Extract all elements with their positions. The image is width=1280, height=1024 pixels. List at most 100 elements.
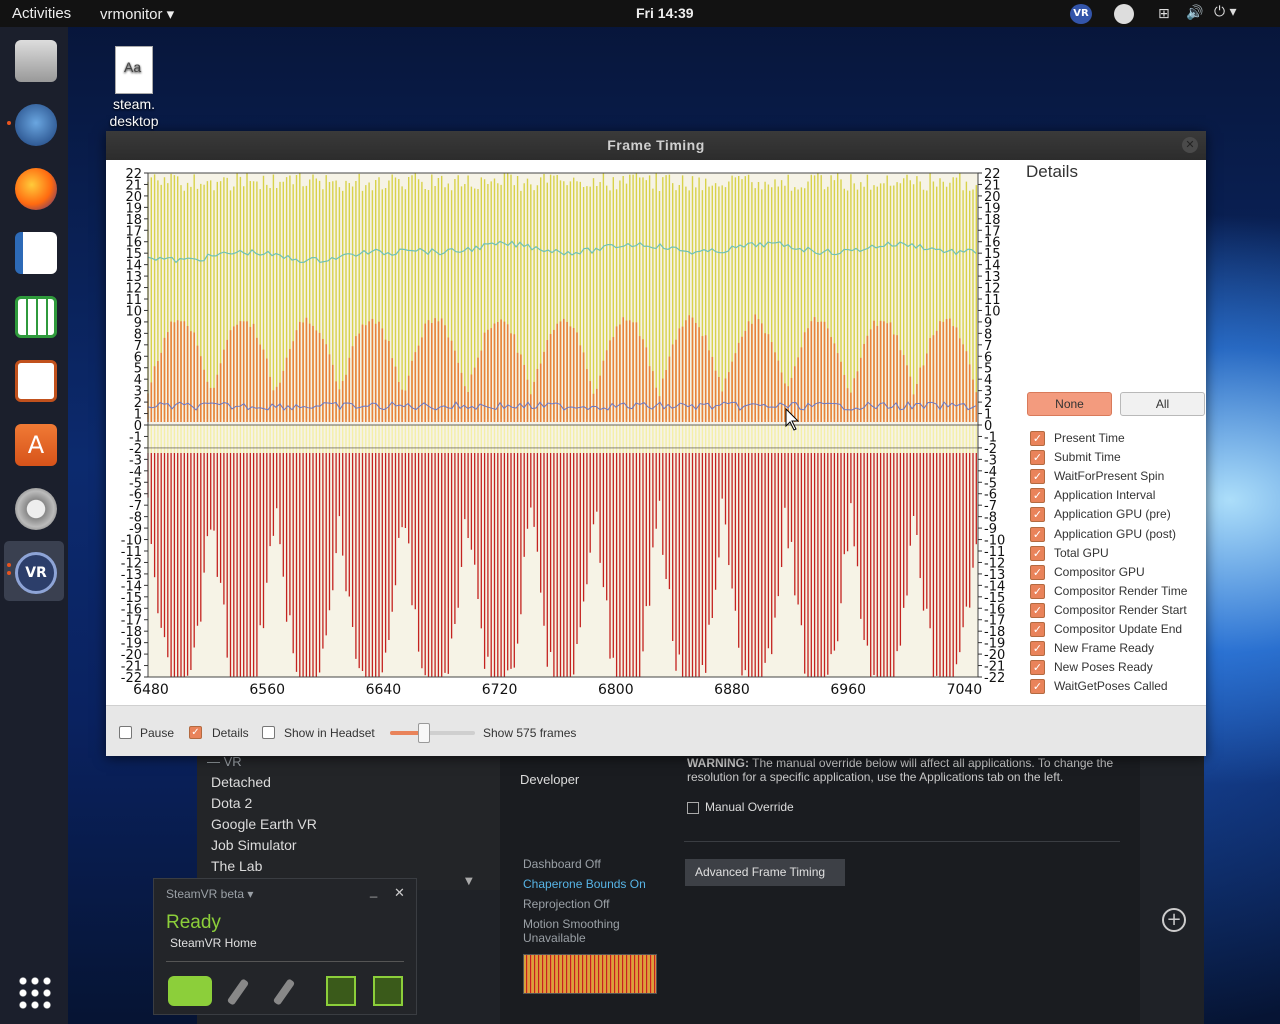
settings-panel: WARNING: The manual override below will … <box>670 740 1140 1024</box>
series-checkbox[interactable]: ✓ <box>1030 660 1045 676</box>
series-label: Total GPU <box>1054 545 1109 560</box>
y-tick-label-right: -22 <box>984 671 1005 686</box>
controller-icon[interactable] <box>226 976 270 1006</box>
dock-firefox[interactable] <box>4 157 64 217</box>
dock-files[interactable] <box>4 29 64 89</box>
dropdown-arrow-icon[interactable]: ▼ <box>465 876 473 887</box>
manual-override-checkbox[interactable] <box>687 802 699 814</box>
desktop-file-steam[interactable]: Aa steam. desktop <box>106 46 162 130</box>
x-tick-label: 6560 <box>249 682 285 698</box>
timing-graph: 22 2221 2120 2019 1918 1817 1716 1615 1514 1413 13… <box>121 167 1005 698</box>
close-icon[interactable]: ✕ <box>1182 137 1198 153</box>
frames-slider[interactable] <box>390 723 475 743</box>
steamvr-home-label: SteamVR Home <box>170 936 257 950</box>
series-label: Compositor Update End <box>1054 622 1183 636</box>
headset-icon[interactable] <box>168 976 212 1006</box>
steamvr-status-window: SteamVR beta ▾ _ ✕ Ready SteamVR Home <box>153 878 417 1015</box>
firefox-icon <box>15 168 57 210</box>
frames-count-label: Show 575 frames <box>483 726 577 740</box>
series-checkbox[interactable]: ✓ <box>1030 679 1045 695</box>
power-icon[interactable]: ⏻ ▾ <box>1214 4 1237 20</box>
slider-handle[interactable] <box>418 723 430 743</box>
activities-button[interactable]: Activities <box>12 5 71 22</box>
advanced-frame-timing-button[interactable]: Advanced Frame Timing <box>685 859 845 886</box>
nav-developer[interactable]: Developer <box>520 772 579 787</box>
base-station-icon[interactable] <box>326 976 356 1006</box>
writer-icon <box>15 232 57 274</box>
x-tick-label: 6880 <box>714 682 750 698</box>
show-in-headset-checkbox[interactable] <box>262 726 275 739</box>
steamvr-icon: VR <box>15 552 57 594</box>
minimize-icon[interactable]: _ <box>370 883 377 898</box>
dock-calc[interactable] <box>4 285 64 345</box>
impress-icon <box>15 360 57 402</box>
base-station-icon[interactable] <box>373 976 403 1006</box>
series-label: Compositor GPU <box>1054 564 1145 579</box>
dock-writer[interactable] <box>4 221 64 281</box>
dock-steamvr[interactable]: VR <box>4 541 64 601</box>
app-menu[interactable]: vrmonitor ▾ <box>100 5 174 23</box>
frame-timing-plot: 22 22 21 21 20 20 19 19 18 18 17 17 16 16 15 15 14 14 13 13… <box>106 160 1020 705</box>
window-title[interactable]: Frame Timing <box>106 131 1206 160</box>
steam-icon[interactable] <box>1114 4 1134 24</box>
series-label: Compositor Render Start <box>1054 602 1187 617</box>
series-label: Application Interval <box>1054 488 1156 503</box>
software-icon: A <box>15 424 57 466</box>
all-button[interactable]: All <box>1120 392 1205 416</box>
dock-app-grid[interactable] <box>4 961 64 1021</box>
pause-checkbox[interactable] <box>119 726 132 739</box>
divider <box>166 961 404 962</box>
pause-label: Pause <box>140 726 175 740</box>
game-item[interactable]: Detached <box>211 774 271 790</box>
x-tick-label: 6480 <box>133 682 169 698</box>
add-icon[interactable]: + <box>1162 908 1186 932</box>
series-label: New Frame Ready <box>1054 641 1155 656</box>
series-checkbox[interactable]: ✓ <box>1030 450 1045 466</box>
series-checkbox[interactable]: ✓ <box>1030 641 1045 657</box>
none-button[interactable]: None <box>1027 392 1112 416</box>
dock-impress[interactable] <box>4 349 64 409</box>
divider <box>684 841 1120 842</box>
volume-icon[interactable]: 🔊 <box>1186 5 1203 21</box>
dock: A VR <box>0 27 68 1024</box>
game-item[interactable]: The Lab <box>211 858 262 874</box>
dock-settings[interactable] <box>4 477 64 537</box>
dock-steam[interactable] <box>4 93 64 153</box>
series-checkbox[interactable]: ✓ <box>1030 526 1045 542</box>
controller-icon[interactable] <box>272 976 316 1006</box>
game-item[interactable]: Dota 2 <box>211 795 252 811</box>
network-icon[interactable]: ⊞ <box>1158 6 1170 22</box>
settings-icon <box>15 488 57 530</box>
manual-override-label: Manual Override <box>705 800 794 814</box>
series-checkbox[interactable]: ✓ <box>1030 431 1045 446</box>
status-reprojection: Reprojection Off <box>523 897 610 911</box>
x-tick-label: 6640 <box>366 682 402 698</box>
details-checkbox[interactable]: ✓ <box>189 726 202 739</box>
series-checkbox[interactable]: ✓ <box>1030 564 1045 580</box>
series-checkbox[interactable]: ✓ <box>1030 488 1045 504</box>
vr-icon[interactable]: VR <box>1070 4 1092 24</box>
dock-software[interactable]: A <box>4 413 64 473</box>
clock[interactable]: Fri 14:39 <box>636 5 694 21</box>
series-label: Present Time <box>1054 431 1125 445</box>
series-label: WaitGetPoses Called <box>1054 679 1168 694</box>
series-checkbox[interactable]: ✓ <box>1030 469 1045 485</box>
desktop: Activities vrmonitor ▾ Fri 14:39 VR ⊞ 🔊 … <box>0 0 1280 1024</box>
close-icon[interactable]: ✕ <box>394 885 405 901</box>
vr-group-header[interactable]: — VR <box>207 754 242 769</box>
series-checkbox[interactable]: ✓ <box>1030 507 1045 523</box>
series-checkbox[interactable]: ✓ <box>1030 583 1045 599</box>
series-label: New Poses Ready <box>1054 660 1153 675</box>
details-title: Details <box>1026 162 1078 181</box>
game-item[interactable]: Google Earth VR <box>211 816 317 832</box>
desktop-file-name-line1: steam. <box>112 96 155 112</box>
series-label: Submit Time <box>1054 450 1121 465</box>
series-checkbox[interactable]: ✓ <box>1030 622 1045 637</box>
x-tick-label: 6800 <box>598 682 634 698</box>
series-label: Application GPU (pre) <box>1054 507 1171 522</box>
series-label: Compositor Render Time <box>1054 583 1188 598</box>
series-checkbox[interactable]: ✓ <box>1030 545 1045 561</box>
steamvr-menu[interactable]: SteamVR beta ▾ <box>166 887 253 901</box>
series-checkbox[interactable]: ✓ <box>1030 602 1045 618</box>
game-item[interactable]: Job Simulator <box>211 837 297 853</box>
